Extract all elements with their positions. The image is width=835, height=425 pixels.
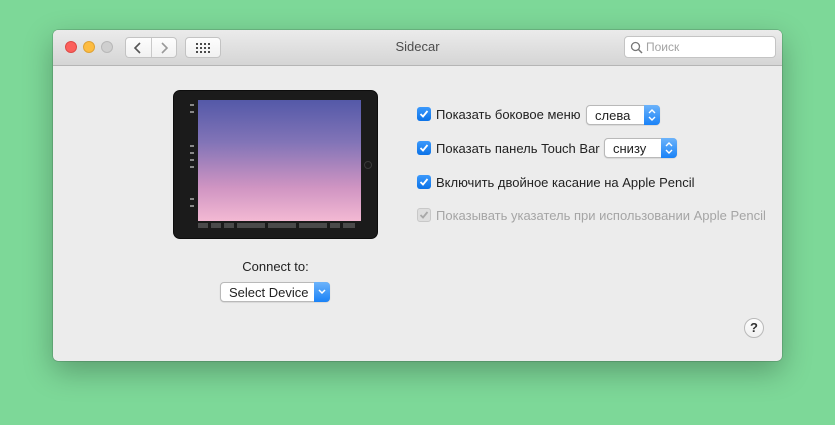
search-field[interactable] bbox=[624, 36, 776, 58]
sidecar-window: Sidecar Connect to: Select Device bbox=[53, 30, 782, 361]
checkmark-icon bbox=[419, 178, 429, 186]
checkmark-icon bbox=[419, 211, 429, 219]
touchbar-label: Показать панель Touch Bar bbox=[436, 140, 600, 156]
option-pointer: Показывать указатель при использовании A… bbox=[417, 206, 766, 224]
back-icon bbox=[134, 41, 141, 54]
minimize-button[interactable] bbox=[83, 41, 95, 53]
chevron-updown-icon bbox=[665, 142, 673, 154]
device-select[interactable]: Select Device bbox=[220, 282, 330, 302]
sidebar-label: Показать боковое меню bbox=[436, 106, 581, 122]
help-button[interactable]: ? bbox=[744, 318, 764, 338]
show-all-button[interactable] bbox=[185, 37, 221, 58]
title-bar: Sidecar bbox=[53, 30, 782, 66]
sidebar-position-select[interactable]: слева bbox=[586, 105, 660, 125]
sidebar-position-value: слева bbox=[595, 108, 631, 123]
search-icon bbox=[630, 41, 643, 54]
forward-icon bbox=[161, 41, 168, 54]
touchbar-position-select[interactable]: снизу bbox=[604, 138, 677, 158]
nav-buttons bbox=[125, 37, 177, 58]
chevron-down-icon bbox=[318, 289, 326, 295]
checkmark-icon bbox=[419, 110, 429, 118]
sidebar-preview bbox=[190, 101, 196, 221]
ipad-screen bbox=[198, 100, 361, 221]
connect-label: Connect to: bbox=[242, 259, 309, 274]
option-touchbar[interactable]: Показать панель Touch Bar bbox=[417, 139, 600, 157]
option-double-tap[interactable]: Включить двойное касание на Apple Pencil bbox=[417, 173, 695, 191]
option-sidebar[interactable]: Показать боковое меню bbox=[417, 105, 581, 123]
touchbar-checkbox[interactable] bbox=[417, 141, 431, 155]
sidebar-checkbox[interactable] bbox=[417, 107, 431, 121]
forward-button[interactable] bbox=[150, 38, 177, 57]
double-tap-label: Включить двойное касание на Apple Pencil bbox=[436, 174, 695, 190]
ipad-illustration bbox=[173, 90, 378, 239]
close-button[interactable] bbox=[65, 41, 77, 53]
home-button bbox=[364, 161, 372, 169]
double-tap-checkbox[interactable] bbox=[417, 175, 431, 189]
zoom-button[interactable] bbox=[101, 41, 113, 53]
search-input[interactable] bbox=[646, 37, 771, 57]
back-button[interactable] bbox=[126, 38, 151, 57]
pointer-label: Показывать указатель при использовании A… bbox=[436, 207, 766, 223]
touchbar-position-value: снизу bbox=[613, 141, 647, 156]
device-select-value: Select Device bbox=[229, 285, 309, 300]
sidebar-position-arrow bbox=[644, 105, 660, 125]
touchbar-preview bbox=[198, 223, 361, 229]
grid-icon bbox=[196, 42, 210, 53]
pointer-checkbox bbox=[417, 208, 431, 222]
chevron-updown-icon bbox=[648, 109, 656, 121]
device-select-arrow bbox=[314, 282, 330, 302]
touchbar-position-arrow bbox=[661, 138, 677, 158]
checkmark-icon bbox=[419, 144, 429, 152]
